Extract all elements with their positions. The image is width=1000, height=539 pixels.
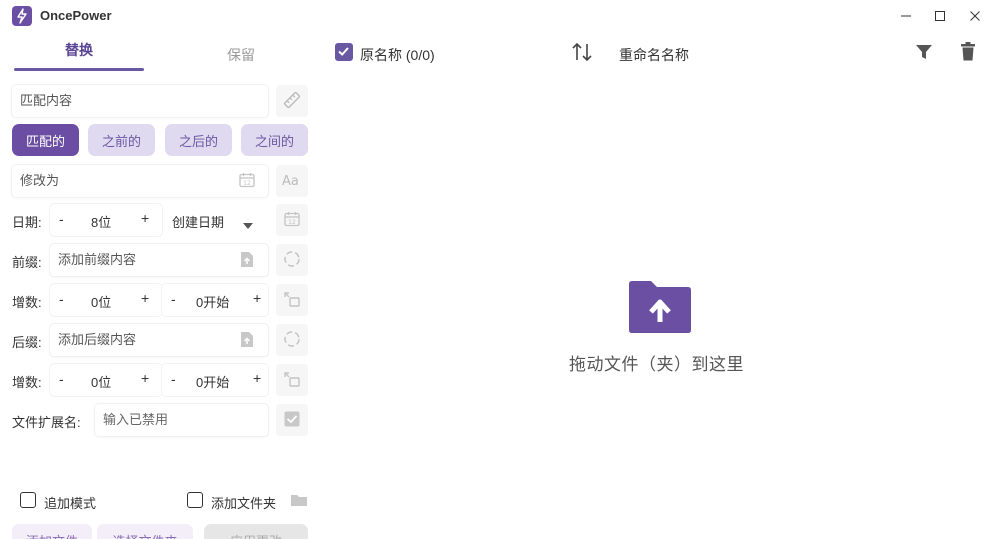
add-folder-checkbox[interactable] xyxy=(187,492,203,508)
suffix-input[interactable]: 添加后缀内容 xyxy=(50,324,268,356)
increment-digits-plus[interactable]: + xyxy=(141,290,149,306)
increment-start-minus[interactable]: - xyxy=(171,291,176,307)
text-case-button[interactable]: Aa xyxy=(276,165,308,197)
add-files-button[interactable]: 添加文件 xyxy=(12,524,92,539)
calendar-icon: 12 xyxy=(284,211,300,230)
increment-digits-value: 0位 xyxy=(91,295,112,310)
app-logo-icon xyxy=(12,6,32,26)
increment-label: 增数: xyxy=(12,375,42,390)
file-upload-icon[interactable] xyxy=(240,251,254,271)
svg-text:12: 12 xyxy=(243,180,251,187)
calendar-icon[interactable]: 12 xyxy=(239,172,255,191)
swap-icon xyxy=(283,290,301,311)
increment-start-value: 0开始 xyxy=(196,375,230,390)
increment-digits-minus[interactable]: - xyxy=(59,291,64,307)
tab-active-indicator xyxy=(14,68,144,71)
mode-after-button[interactable]: 之后的 xyxy=(165,124,232,156)
minimize-button[interactable] xyxy=(893,4,919,28)
match-content-input[interactable]: 匹配内容 xyxy=(12,85,268,117)
folder-upload-icon[interactable] xyxy=(627,280,693,337)
date-calendar-button[interactable]: 12 xyxy=(276,204,308,236)
ruler-button[interactable] xyxy=(276,85,308,117)
mode-between-button[interactable]: 之间的 xyxy=(241,124,308,156)
refresh-icon xyxy=(282,329,302,352)
extension-label: 文件扩展名: xyxy=(12,415,81,430)
increment-start-plus[interactable]: + xyxy=(253,370,261,386)
file-upload-icon[interactable] xyxy=(240,331,254,351)
folder-icon[interactable] xyxy=(290,493,308,510)
select-folder-button[interactable]: 选择文件夹 xyxy=(97,524,193,539)
modify-to-input[interactable]: 修改为 xyxy=(12,165,268,197)
append-mode-label: 追加模式 xyxy=(44,496,97,511)
prefix-refresh-button[interactable] xyxy=(276,244,308,276)
date-plus-button[interactable]: + xyxy=(141,210,149,226)
close-button[interactable] xyxy=(962,4,988,28)
svg-text:Aa: Aa xyxy=(282,174,299,187)
select-all-checkbox[interactable] xyxy=(335,43,353,61)
increment-label: 增数: xyxy=(12,295,42,310)
extension-toggle-button[interactable] xyxy=(276,404,308,436)
add-folder-label: 添加文件夹 xyxy=(211,496,277,511)
append-mode-checkbox[interactable] xyxy=(20,492,36,508)
app-title: OncePower xyxy=(40,8,112,23)
increment-digits-minus[interactable]: - xyxy=(59,371,64,387)
mode-matched-button[interactable]: 匹配的 xyxy=(12,124,79,156)
tab-replace[interactable]: 替换 xyxy=(14,40,144,70)
chevron-down-icon[interactable] xyxy=(243,216,253,232)
mode-before-button[interactable]: 之前的 xyxy=(88,124,155,156)
filter-icon[interactable] xyxy=(915,43,933,64)
date-minus-button[interactable]: - xyxy=(59,211,64,227)
svg-text:12: 12 xyxy=(288,219,296,226)
suffix-label: 后缀: xyxy=(12,335,42,350)
prefix-input[interactable]: 添加前缀内容 xyxy=(50,244,268,276)
trash-icon[interactable] xyxy=(960,42,976,64)
ruler-icon xyxy=(283,91,301,112)
date-digits-value: 8位 xyxy=(91,215,112,230)
increment-digits-plus[interactable]: + xyxy=(141,370,149,386)
tab-keep[interactable]: 保留 xyxy=(176,45,306,75)
sort-icon[interactable] xyxy=(571,42,593,65)
apply-changes-button[interactable]: 应用更改 xyxy=(204,524,308,539)
swap-icon xyxy=(283,370,301,391)
increment-digits-value: 0位 xyxy=(91,375,112,390)
rename-name-header: 重命名名称 xyxy=(619,47,689,63)
date-type-select[interactable]: 创建日期 xyxy=(172,212,224,231)
increment-start-value: 0开始 xyxy=(196,295,230,310)
checkbox-icon xyxy=(284,411,300,430)
refresh-icon xyxy=(282,249,302,272)
extension-input[interactable]: 输入已禁用 xyxy=(95,404,268,436)
increment-start-minus[interactable]: - xyxy=(171,371,176,387)
drop-zone-text: 拖动文件（夹）到这里 xyxy=(569,355,744,374)
original-name-header: 原名称 (0/0) xyxy=(360,47,435,63)
increment-swap-button[interactable] xyxy=(276,364,308,396)
title-bar: OncePower xyxy=(0,0,1000,32)
increment-swap-button[interactable] xyxy=(276,284,308,316)
prefix-label: 前缀: xyxy=(12,255,42,270)
suffix-refresh-button[interactable] xyxy=(276,324,308,356)
maximize-button[interactable] xyxy=(927,4,953,28)
increment-start-plus[interactable]: + xyxy=(253,290,261,306)
date-label: 日期: xyxy=(12,215,42,230)
text-case-icon: Aa xyxy=(282,173,302,190)
